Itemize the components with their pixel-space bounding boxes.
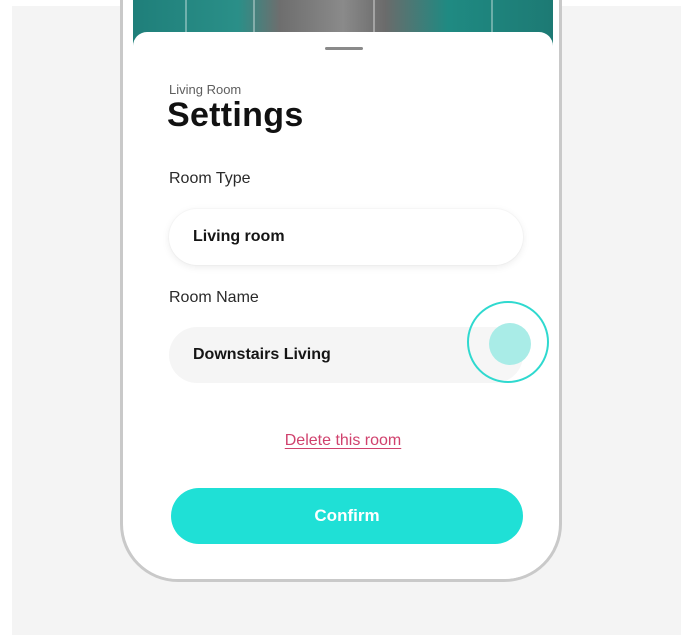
page-title: Settings (167, 96, 304, 134)
room-name-value: Downstairs Living (193, 346, 331, 363)
touch-indicator-dot (489, 323, 531, 365)
room-type-value: Living room (193, 228, 285, 245)
room-name-label: Room Name (169, 289, 259, 306)
room-subtitle: Living Room (169, 82, 242, 97)
room-type-select[interactable]: Living room (169, 209, 523, 265)
touch-indicator (467, 301, 549, 383)
phone-frame: Living Room Settings Room Type Living ro… (120, 0, 562, 582)
room-type-label: Room Type (169, 170, 251, 187)
confirm-button[interactable]: Confirm (171, 488, 523, 544)
delete-room-link[interactable]: Delete this room (133, 432, 553, 450)
sheet-drag-handle[interactable] (325, 47, 363, 50)
